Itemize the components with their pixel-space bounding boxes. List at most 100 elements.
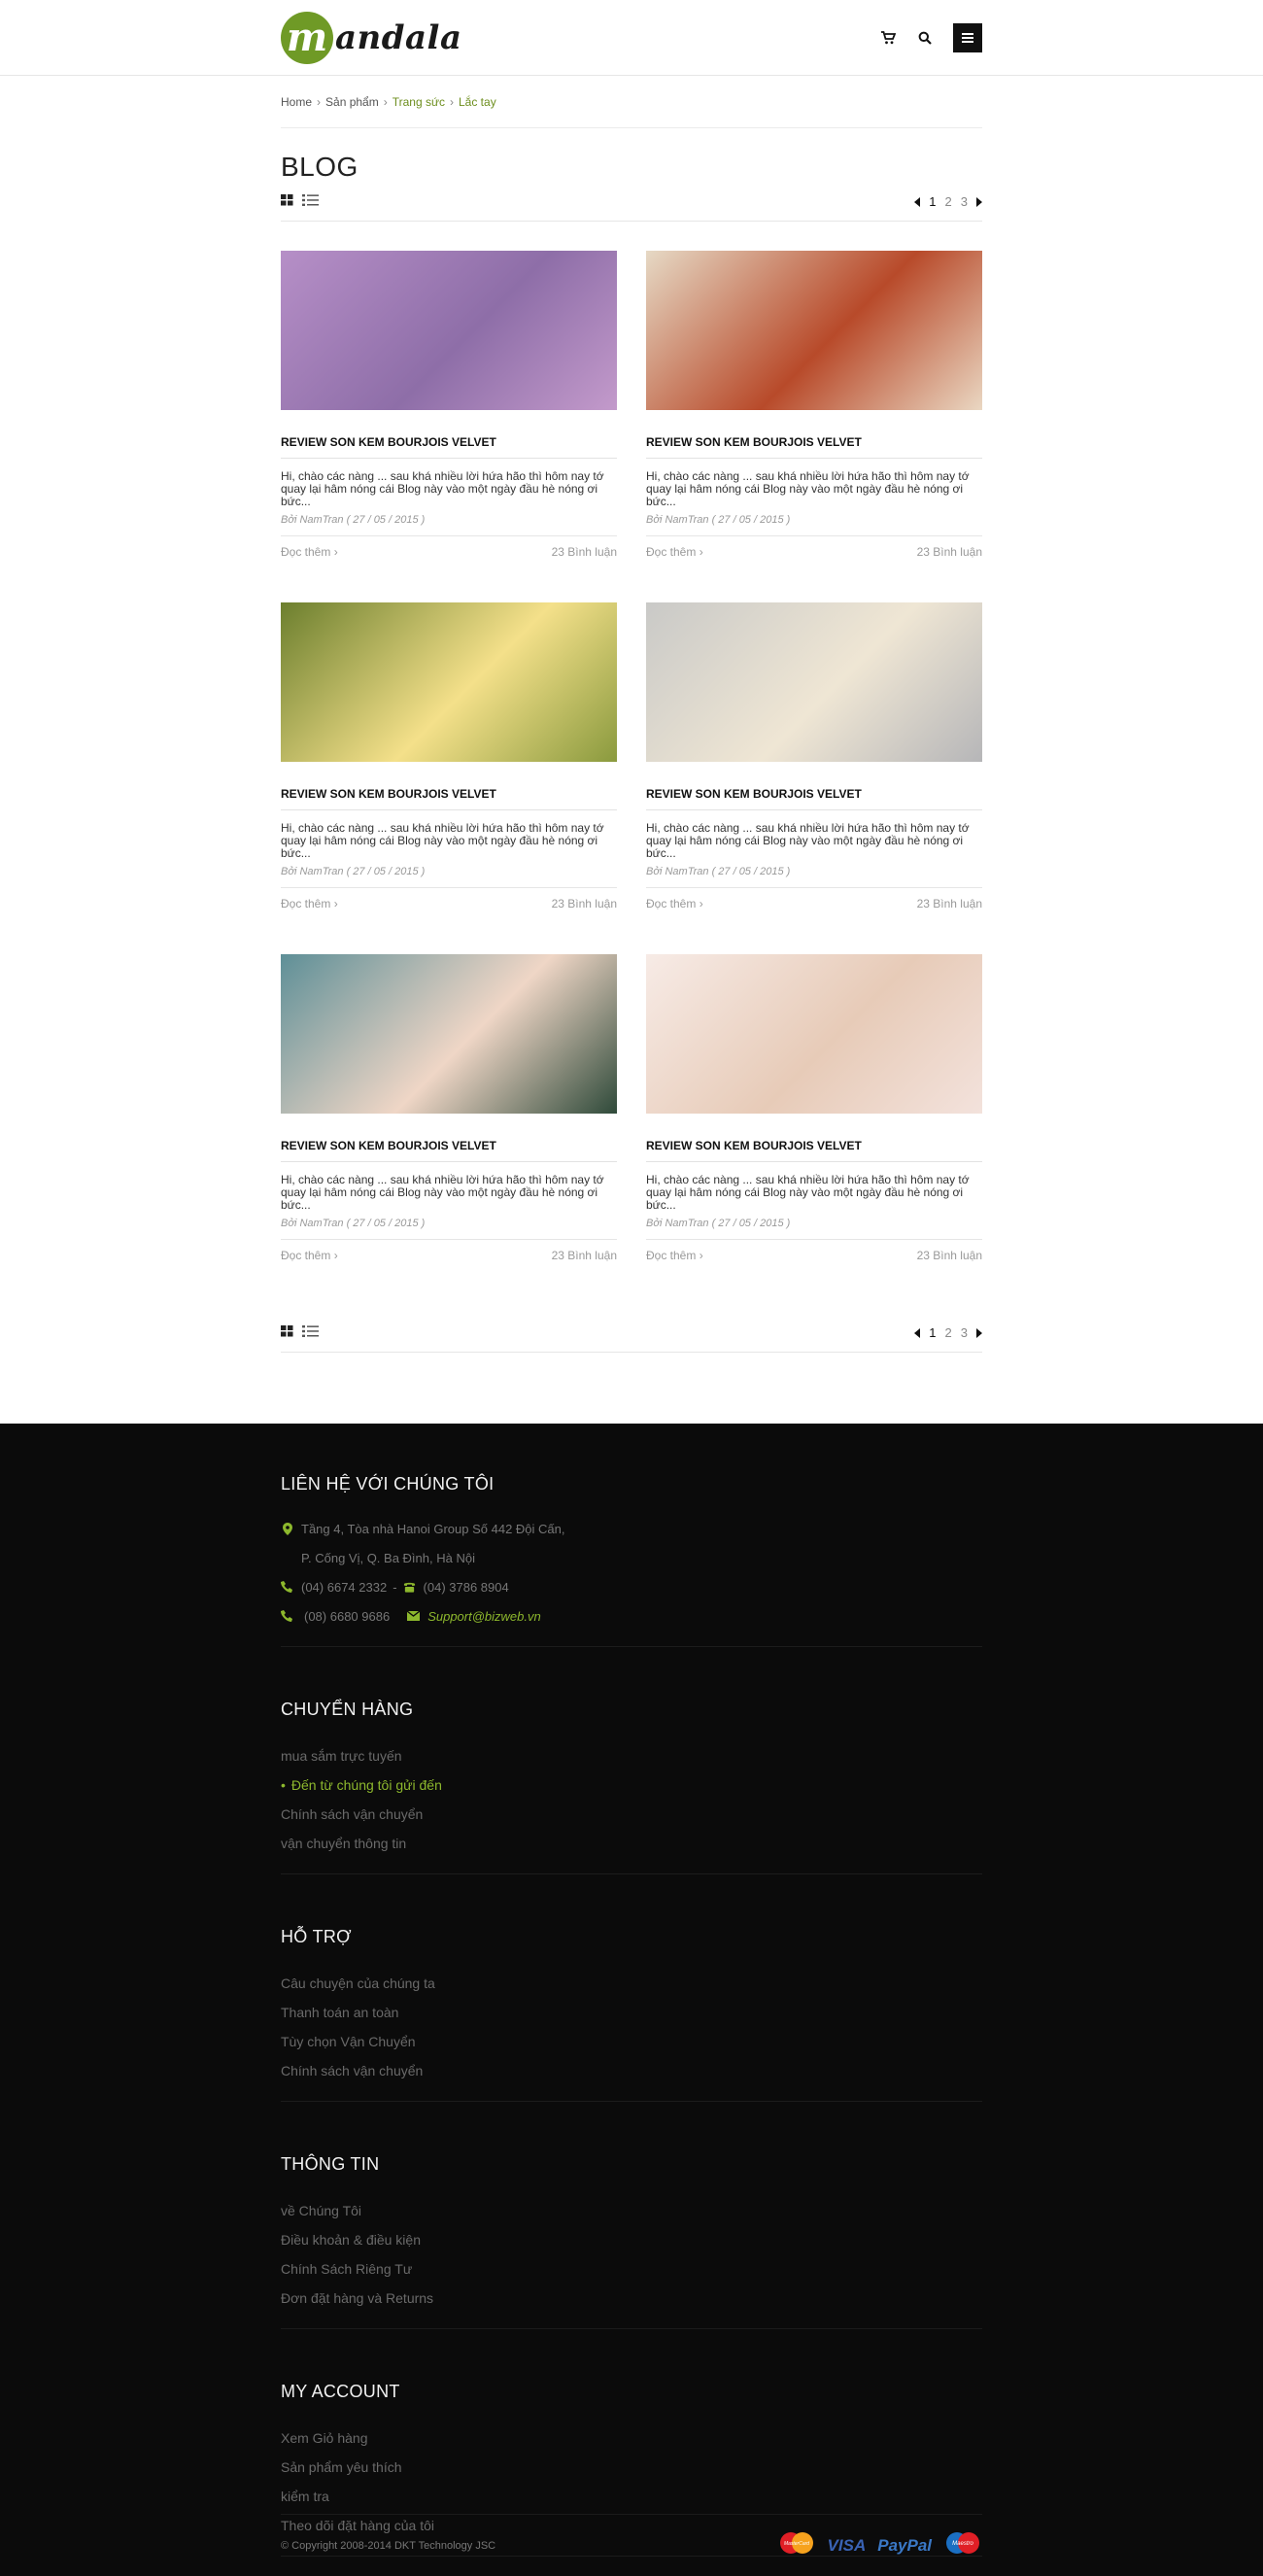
footer-link[interactable]: Xem Giỏ hàng	[281, 2423, 982, 2453]
search-icon[interactable]	[916, 29, 934, 47]
footer-link[interactable]: Đơn đặt hàng và Returns	[281, 2284, 982, 2313]
comment-count[interactable]: 23 Bình luận	[552, 545, 617, 559]
page-1-link[interactable]: 1	[929, 194, 936, 209]
grid-view-icon[interactable]	[281, 193, 293, 211]
post-title[interactable]: REVIEW SON KEM BOURJOIS VELVET	[646, 1139, 982, 1162]
read-more-link[interactable]: Đọc thêm	[281, 897, 338, 910]
phone-email-line: (08) 6680 9686 Support@bizweb.vn	[281, 1601, 982, 1631]
read-more-link[interactable]: Đọc thêm	[646, 1249, 703, 1262]
post-excerpt: Hi, chào các nàng ... sau khá nhiều lời …	[281, 469, 604, 508]
post-title[interactable]: REVIEW SON KEM BOURJOIS VELVET	[281, 787, 617, 810]
blog-post-card: REVIEW SON KEM BOURJOIS VELVET Hi, chào c…	[646, 954, 982, 1306]
comment-count[interactable]: 23 Bình luận	[552, 897, 617, 910]
comment-count[interactable]: 23 Bình luận	[552, 1249, 617, 1262]
mastercard-label: MasterCard	[783, 2541, 808, 2547]
comment-count[interactable]: 23 Bình luận	[917, 897, 982, 910]
post-byline: Bởi NamTran ( 27 / 05 / 2015 )	[646, 1218, 982, 1240]
footer-link[interactable]: kiểm tra	[281, 2482, 982, 2511]
comment-count[interactable]: 23 Bình luận	[917, 1249, 982, 1262]
maestro-logo: Maestro	[943, 2531, 982, 2559]
phone-2[interactable]: (04) 3786 8904	[424, 1580, 509, 1595]
grid-view-icon[interactable]	[281, 1324, 293, 1342]
paypal-logo: PayPal	[877, 2535, 932, 2555]
blog-post-grid: REVIEW SON KEM BOURJOIS VELVET Hi, chào c…	[281, 251, 982, 1306]
footer-link[interactable]: Chính sách vận chuyển	[281, 2056, 982, 2085]
address-line: Tầng 4, Tòa nhà Hanoi Group Số 442 Đội C…	[281, 1514, 982, 1543]
phone-line: (04) 6674 2332 - (04) 3786 8904	[281, 1572, 982, 1601]
post-excerpt: Hi, chào các nàng ... sau khá nhiều lời …	[646, 821, 970, 860]
prev-page-icon[interactable]	[914, 1327, 921, 1338]
phone-3[interactable]: (08) 6680 9686	[304, 1609, 390, 1624]
post-title[interactable]: REVIEW SON KEM BOURJOIS VELVET	[646, 435, 982, 459]
footer-link[interactable]: Chính Sách Riêng Tư	[281, 2254, 982, 2284]
post-thumbnail[interactable]	[281, 954, 617, 1123]
blog-post-card: REVIEW SON KEM BOURJOIS VELVET Hi, chào c…	[646, 602, 982, 954]
blog-post-card: REVIEW SON KEM BOURJOIS VELVET Hi, chào c…	[281, 602, 617, 954]
footer-link[interactable]: Chính sách vận chuyển	[281, 1800, 982, 1829]
post-footer: Đọc thêm 23 Bình luận	[281, 1249, 617, 1262]
post-footer: Đọc thêm 23 Bình luận	[281, 897, 617, 910]
next-page-icon[interactable]	[976, 196, 982, 207]
footer-section: THÔNG TIN về Chúng Tôi Điều khoản & điều k…	[281, 2102, 982, 2329]
next-page-icon[interactable]	[976, 1327, 982, 1338]
footer-link[interactable]: Tùy chọn Vận Chuyển	[281, 2027, 982, 2056]
footer-link-sections: CHUYỂN HÀNG mua sắm trực tuyếnĐến từ chún…	[281, 1647, 982, 2557]
logo[interactable]: m andala	[281, 12, 462, 64]
prev-page-icon[interactable]	[914, 196, 921, 207]
footer-contact: LIÊN HỆ VỚI CHÚNG TÔI Tầng 4, Tòa nhà Ha…	[281, 1424, 982, 1647]
logo-text: andala	[335, 18, 462, 57]
read-more-link[interactable]: Đọc thêm	[281, 1249, 338, 1262]
footer-contact-title: LIÊN HỆ VỚI CHÚNG TÔI	[281, 1474, 495, 1494]
post-thumbnail[interactable]	[281, 602, 617, 772]
blog-post-card: REVIEW SON KEM BOURJOIS VELVET Hi, chào c…	[646, 251, 982, 602]
menu-button[interactable]	[953, 23, 982, 52]
breadcrumb-home[interactable]: Home	[281, 95, 312, 109]
pagination-bottom: 1 2 3	[914, 1325, 982, 1340]
footer-section-title: CHUYỂN HÀNG	[281, 1700, 414, 1719]
list-view-icon[interactable]	[302, 193, 319, 211]
cart-icon[interactable]	[879, 29, 897, 47]
post-excerpt: Hi, chào các nàng ... sau khá nhiều lời …	[281, 1173, 604, 1212]
page-1-link[interactable]: 1	[929, 1325, 936, 1340]
read-more-link[interactable]: Đọc thêm	[646, 545, 703, 559]
page-2-link[interactable]: 2	[945, 194, 952, 209]
footer-bottom-bar: © Copyright 2008-2014 DKT Technology JSC…	[281, 2514, 982, 2576]
footer-link[interactable]: Điều khoản & điều kiện	[281, 2225, 982, 2254]
post-title[interactable]: REVIEW SON KEM BOURJOIS VELVET	[281, 435, 617, 459]
copyright: © Copyright 2008-2014 DKT Technology JSC	[281, 2539, 496, 2552]
footer-link[interactable]: Thanh toán an toàn	[281, 1998, 982, 2027]
read-more-link[interactable]: Đọc thêm	[646, 897, 703, 910]
footer-link[interactable]: về Chúng Tôi	[281, 2196, 982, 2225]
logo-badge: m	[281, 12, 333, 64]
phone-icon	[281, 1609, 293, 1623]
site-header: m andala	[0, 0, 1263, 76]
post-byline: Bởi NamTran ( 27 / 05 / 2015 )	[281, 1218, 617, 1240]
post-title[interactable]: REVIEW SON KEM BOURJOIS VELVET	[646, 787, 982, 810]
phone-1[interactable]: (04) 6674 2332	[301, 1580, 387, 1595]
post-thumbnail[interactable]	[646, 602, 982, 772]
footer-link[interactable]: Sản phẩm yêu thích	[281, 2453, 982, 2482]
post-thumbnail[interactable]	[646, 954, 982, 1123]
page-3-link[interactable]: 3	[961, 1325, 968, 1340]
support-email-link[interactable]: Support@bizweb.vn	[427, 1609, 541, 1624]
footer-link[interactable]: mua sắm trực tuyến	[281, 1741, 982, 1770]
footer-link[interactable]: Câu chuyện của chúng ta	[281, 1969, 982, 1998]
post-title[interactable]: REVIEW SON KEM BOURJOIS VELVET	[281, 1139, 617, 1162]
read-more-link[interactable]: Đọc thêm	[281, 545, 338, 559]
post-thumbnail[interactable]	[281, 251, 617, 420]
post-thumbnail[interactable]	[646, 251, 982, 420]
footer-link[interactable]: Đến từ chúng tôi gửi đến	[281, 1770, 982, 1800]
comment-count[interactable]: 23 Bình luận	[917, 545, 982, 559]
breadcrumb-jewelry[interactable]: Trang sức	[393, 95, 445, 109]
address-line-2-row: P. Cống Vị, Q. Ba Đình, Hà Nội	[281, 1543, 982, 1572]
page-2-link[interactable]: 2	[945, 1325, 952, 1340]
footer-link[interactable]: vận chuyển thông tin	[281, 1829, 982, 1858]
post-byline: Bởi NamTran ( 27 / 05 / 2015 )	[281, 514, 617, 536]
phone-icon	[281, 1580, 293, 1594]
breadcrumb-products[interactable]: Sản phẩm	[325, 95, 379, 109]
blog-post-card: REVIEW SON KEM BOURJOIS VELVET Hi, chào c…	[281, 251, 617, 602]
address-line-2: P. Cống Vị, Q. Ba Đình, Hà Nội	[301, 1550, 475, 1565]
page-3-link[interactable]: 3	[961, 194, 968, 209]
list-view-icon[interactable]	[302, 1324, 319, 1342]
address-line-1: Tầng 4, Tòa nhà Hanoi Group Số 442 Đội C…	[301, 1521, 565, 1536]
